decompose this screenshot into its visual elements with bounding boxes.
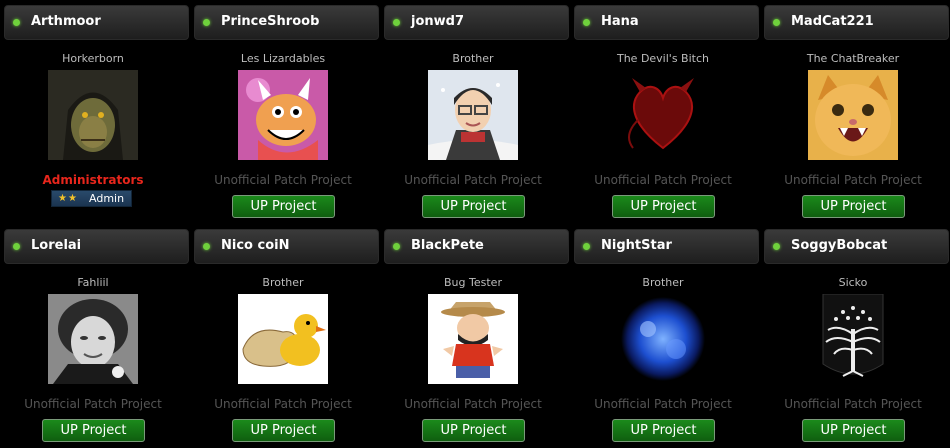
member-group: Unofficial Patch Project: [594, 173, 732, 187]
member-group: Unofficial Patch Project: [214, 173, 352, 187]
username-link[interactable]: PrinceShroob: [221, 14, 319, 29]
blue-sun-avatar[interactable]: [618, 294, 708, 384]
member-group: Unofficial Patch Project: [594, 397, 732, 411]
username-link[interactable]: Lorelai: [31, 238, 81, 253]
online-status-icon: [583, 243, 590, 250]
member-title: The Devil's Bitch: [616, 52, 709, 65]
member-title: Horkerborn: [62, 52, 124, 65]
group-button[interactable]: UP Project: [612, 419, 715, 442]
username-link[interactable]: BlackPete: [411, 238, 484, 253]
member-group: Unofficial Patch Project: [214, 397, 352, 411]
devil-heart-avatar[interactable]: [618, 70, 708, 160]
online-status-icon: [393, 243, 400, 250]
bowser-avatar[interactable]: [238, 70, 328, 160]
member-title: Sicko: [838, 276, 868, 289]
member-title: Brother: [452, 52, 494, 65]
member-header: PrinceShroob: [194, 5, 379, 40]
member-card: Hana The Devil's Bitch Unofficial Patch …: [570, 0, 759, 220]
member-title: Brother: [642, 276, 684, 289]
member-group: Unofficial Patch Project: [404, 173, 542, 187]
online-status-icon: [203, 243, 210, 250]
member-header: Hana: [574, 5, 759, 40]
member-header: MadCat221: [764, 5, 949, 40]
member-title: Bug Tester: [444, 276, 502, 289]
member-grid: Arthmoor Horkerborn Administrators ★★ Ad…: [0, 0, 950, 448]
member-header: Nico coiN: [194, 229, 379, 264]
member-header: BlackPete: [384, 229, 569, 264]
member-header: Arthmoor: [4, 5, 189, 40]
member-group: Unofficial Patch Project: [784, 397, 922, 411]
group-button[interactable]: UP Project: [422, 419, 525, 442]
member-group: Unofficial Patch Project: [404, 397, 542, 411]
online-status-icon: [13, 243, 20, 250]
group-button[interactable]: UP Project: [232, 195, 335, 218]
member-card: NightStar Brother Unofficial Patch Proje…: [570, 224, 759, 444]
member-card: jonwd7 Brother Unofficial Patch Project …: [380, 0, 569, 220]
member-group: Unofficial Patch Project: [784, 173, 922, 187]
group-button[interactable]: UP Project: [802, 195, 905, 218]
cartoon-man-glasses-avatar[interactable]: [428, 70, 518, 160]
online-status-icon: [13, 19, 20, 26]
username-link[interactable]: SoggyBobcat: [791, 238, 887, 253]
white-tree-avatar[interactable]: [808, 294, 898, 384]
rubber-duck-avatar[interactable]: [238, 294, 328, 384]
username-link[interactable]: Hana: [601, 14, 639, 29]
member-header: jonwd7: [384, 5, 569, 40]
group-button[interactable]: UP Project: [802, 419, 905, 442]
member-card: Nico coiN Brother Unofficial Patch Proje…: [190, 224, 379, 444]
orange-kitten-avatar[interactable]: [808, 70, 898, 160]
member-card: Arthmoor Horkerborn Administrators ★★ Ad…: [0, 0, 189, 220]
member-card: PrinceShroob Les Lizardables Unofficial …: [190, 0, 379, 220]
lizard-warrior-avatar[interactable]: [48, 70, 138, 160]
group-button[interactable]: UP Project: [612, 195, 715, 218]
admin-badge: ★★ Admin: [51, 190, 132, 207]
star-icon: ★★: [58, 193, 78, 204]
member-card: SoggyBobcat Sicko Unofficial Patch Proje…: [760, 224, 949, 444]
username-link[interactable]: jonwd7: [411, 14, 464, 29]
member-title: The ChatBreaker: [806, 52, 900, 65]
woman-bw-photo-avatar[interactable]: [48, 294, 138, 384]
member-title: Fahliil: [77, 276, 109, 289]
member-header: Lorelai: [4, 229, 189, 264]
group-button[interactable]: UP Project: [232, 419, 335, 442]
member-card: BlackPete Bug Tester Unofficial Patch Pr…: [380, 224, 569, 444]
member-title: Brother: [262, 276, 304, 289]
badge-label: Admin: [89, 192, 125, 205]
member-group: Administrators: [42, 173, 144, 187]
username-link[interactable]: Arthmoor: [31, 14, 101, 29]
group-button[interactable]: UP Project: [42, 419, 145, 442]
username-link[interactable]: Nico coiN: [221, 238, 289, 253]
online-status-icon: [773, 243, 780, 250]
cartoon-cowboy-pete-avatar[interactable]: [428, 294, 518, 384]
member-header: SoggyBobcat: [764, 229, 949, 264]
member-card: Lorelai Fahliil Unofficial Patch Project…: [0, 224, 189, 444]
online-status-icon: [583, 19, 590, 26]
member-card: MadCat221 The ChatBreaker Unofficial Pat…: [760, 0, 949, 220]
online-status-icon: [203, 19, 210, 26]
group-button[interactable]: UP Project: [422, 195, 525, 218]
online-status-icon: [393, 19, 400, 26]
member-group: Unofficial Patch Project: [24, 397, 162, 411]
online-status-icon: [773, 19, 780, 26]
member-title: Les Lizardables: [240, 52, 326, 65]
username-link[interactable]: NightStar: [601, 238, 672, 253]
username-link[interactable]: MadCat221: [791, 14, 874, 29]
member-header: NightStar: [574, 229, 759, 264]
